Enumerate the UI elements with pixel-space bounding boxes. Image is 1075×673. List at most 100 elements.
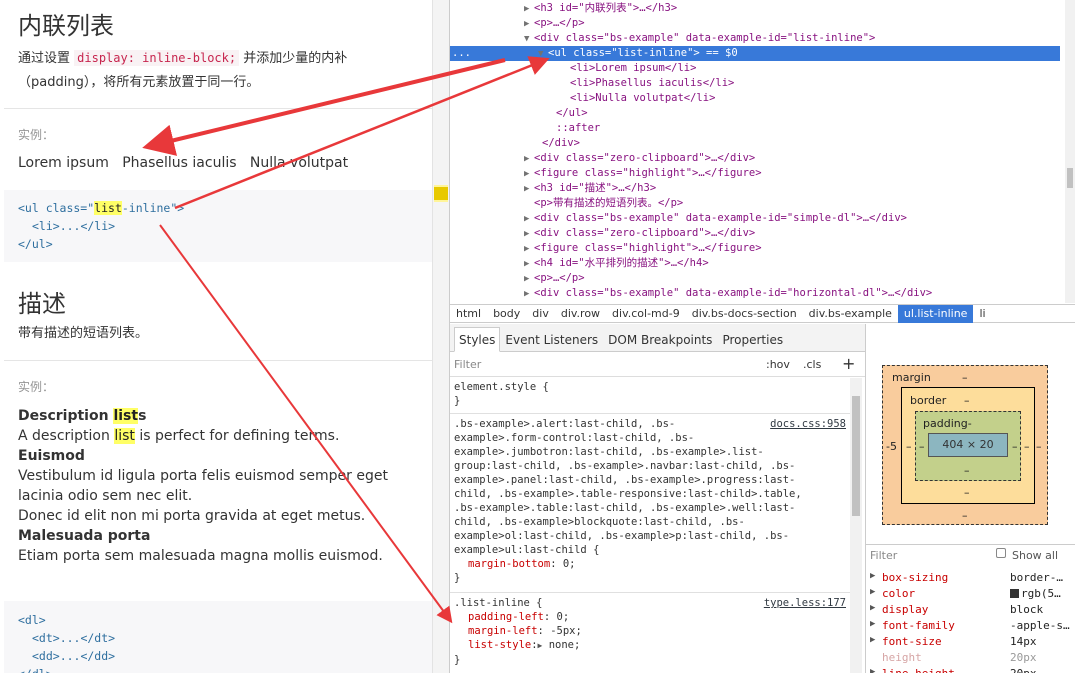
tab-dom-breakpoints[interactable]: DOM Breakpoints — [603, 327, 717, 353]
expand-triangle-icon[interactable]: ▶ — [870, 603, 875, 613]
breadcrumb-item[interactable]: div.row — [555, 305, 606, 323]
dom-node[interactable]: <p>带有描述的短语列表。</p> — [450, 196, 1060, 211]
box-model-panel: margin – -5 – – border – – – – padding- … — [865, 324, 1075, 544]
rule-element-style: element.style { } — [450, 378, 850, 414]
dom-node-text: <h3 id="描述">…</h3> — [534, 182, 657, 194]
property-value: block — [1010, 603, 1044, 616]
dom-node[interactable]: <li>Nulla volutpat</li> — [450, 91, 1060, 106]
computed-filter-input[interactable]: Filter — [870, 549, 897, 562]
dom-node-text: <div class="zero-clipboard">…</div> — [534, 152, 756, 164]
expand-triangle-icon[interactable]: ▶ — [524, 212, 534, 227]
expand-triangle-icon[interactable]: ▶ — [524, 152, 534, 167]
tab-styles[interactable]: Styles — [454, 327, 501, 352]
dom-node[interactable]: <li>Lorem ipsum</li> — [450, 61, 1060, 76]
source-link[interactable]: docs.css:958 — [770, 417, 846, 431]
dom-node-text: </div> — [542, 137, 580, 149]
dom-node[interactable]: ▶ <p>…</p> — [450, 16, 1060, 31]
dom-node-text: <figure class="highlight">…</figure> — [534, 242, 762, 254]
computed-property[interactable]: ▶ box-sizing border-… — [870, 571, 1070, 587]
expand-triangle-icon[interactable]: ▶ — [870, 571, 875, 581]
computed-property[interactable]: ▶ display block — [870, 603, 1070, 619]
dom-node[interactable]: ▶ <h4 id="水平排列的描述">…</h4> — [450, 256, 1060, 271]
dom-node-text: <p>带有描述的短语列表。</p> — [534, 197, 684, 209]
dom-node[interactable]: </div> — [450, 136, 1060, 151]
expand-triangle-icon[interactable]: ▶ — [524, 2, 534, 17]
breadcrumb-item[interactable]: html — [450, 305, 487, 323]
selector-line: example>.form-control:last-child, .bs- — [454, 432, 695, 444]
property-name: font-size — [882, 635, 942, 648]
breadcrumb-item[interactable]: li — [973, 305, 991, 323]
dom-node[interactable]: ▶ <h3 id="内联列表">…</h3> — [450, 1, 1060, 16]
dom-node-text: <ul class="list-inline"> == $0 — [548, 47, 738, 59]
dom-node[interactable]: ▶ <figure class="highlight">…</figure> — [450, 166, 1060, 181]
hover-state-toggle[interactable]: :hov — [766, 358, 790, 371]
expand-triangle-icon[interactable]: ▶ — [524, 257, 534, 272]
tab-event-listeners[interactable]: Event Listeners — [500, 327, 603, 353]
dom-node[interactable]: ▶ <div class="zero-clipboard">…</div> — [450, 226, 1060, 241]
expand-triangle-icon[interactable]: ▶ — [870, 667, 875, 673]
breadcrumb-item[interactable]: div.col-md-9 — [606, 305, 686, 323]
dom-node-text: <h3 id="内联列表">…</h3> — [534, 2, 678, 14]
expand-triangle-icon[interactable]: ▼ — [524, 32, 534, 47]
selector-line: child, .bs-example>.table-responsive:las… — [454, 488, 802, 500]
show-all-checkbox[interactable] — [996, 548, 1006, 558]
styles-scrollbar[interactable] — [850, 378, 862, 673]
selector-line: example>ul:last-child { — [454, 544, 600, 556]
list-item: Nulla volutpat — [249, 155, 349, 171]
computed-property[interactable]: ▶ line-height 20px — [870, 667, 1070, 673]
selector-line: example>.jumbotron:last-child, .bs-examp… — [454, 446, 764, 458]
expand-triangle-icon[interactable]: ▶ — [870, 635, 875, 645]
dom-node[interactable]: </ul> — [450, 106, 1060, 121]
computed-property[interactable]: height 20px — [870, 651, 1070, 667]
expand-triangle-icon[interactable]: ▶ — [524, 272, 534, 287]
dom-node[interactable]: ::after — [450, 121, 1060, 136]
expand-triangle-icon[interactable]: ▶ — [524, 167, 534, 182]
property-value: -apple-s… — [1010, 619, 1070, 632]
property-value: rgb(5… — [1021, 587, 1061, 600]
breadcrumb-item[interactable]: body — [487, 305, 526, 323]
breadcrumb-item[interactable]: div — [526, 305, 555, 323]
breadcrumb-item[interactable]: div.bs-example — [803, 305, 898, 323]
breadcrumb: html body div div.row div.col-md-9 div.bs-doc… — [450, 304, 1075, 323]
expand-triangle-icon[interactable]: ▼ — [538, 47, 548, 62]
dom-node[interactable]: ▼ <div class="bs-example" data-example-id… — [450, 31, 1060, 46]
computed-property[interactable]: ▶ font-family -apple-s… — [870, 619, 1070, 635]
expand-triangle-icon[interactable]: ▶ — [524, 227, 534, 242]
dom-node[interactable]: ▶ <div class="zero-clipboard">…</div> — [450, 151, 1060, 166]
expand-triangle-icon[interactable]: ▶ — [870, 587, 875, 597]
source-link[interactable]: type.less:177 — [764, 596, 846, 610]
property-name: color — [882, 587, 916, 600]
dom-node[interactable]: ▶ <h3 id="描述">…</h3> — [450, 181, 1060, 196]
dom-node-selected[interactable]: ▼ <ul class="list-inline"> == $0... — [450, 46, 1060, 61]
dom-node[interactable]: <li>Phasellus iaculis</li> — [450, 76, 1060, 91]
expand-triangle-icon[interactable]: ▶ — [870, 619, 875, 629]
elements-scrollbar[interactable] — [1065, 0, 1075, 303]
dom-node[interactable]: ▶ <div class="bs-example" data-example-id… — [450, 286, 1060, 301]
selector-line: group:last-child, .bs-example>.navbar:la… — [454, 460, 796, 472]
panel-gutter — [432, 0, 450, 673]
expand-triangle-icon[interactable]: ▶ — [524, 287, 534, 302]
divider — [4, 360, 432, 361]
class-toggle[interactable]: .cls — [803, 358, 821, 371]
breadcrumb-item[interactable]: div.bs-docs-section — [686, 305, 803, 323]
expand-triangle-icon[interactable]: ▶ — [524, 17, 534, 32]
docs-page: 内联列表 通过设置 display: inline-block; 并添加少量的内… — [0, 0, 432, 673]
property-name: box-sizing — [882, 571, 949, 584]
node-actions-ellipsis[interactable]: ... — [452, 46, 471, 61]
example-label: 实例： — [18, 380, 55, 394]
dom-node[interactable]: ▶ <p>…</p> — [450, 271, 1060, 286]
dom-node[interactable]: ▶ <figure class="highlight">…</figure> — [450, 241, 1060, 256]
dom-node[interactable]: ▶ <div class="bs-example" data-example-id… — [450, 211, 1060, 226]
breadcrumb-item-selected[interactable]: ul.list-inline — [897, 305, 974, 323]
property-name: line-height — [882, 667, 955, 673]
computed-property[interactable]: ▶ color rgb(5… — [870, 587, 1070, 603]
tab-properties[interactable]: Properties — [717, 327, 788, 353]
expand-triangle-icon[interactable]: ▶ — [524, 182, 534, 197]
code-block-dl: <dl> <dt>...</dt> <dd>...</dd> </dl> — [4, 601, 432, 673]
color-swatch[interactable] — [1010, 589, 1019, 598]
computed-property[interactable]: ▶ font-size 14px — [870, 635, 1070, 651]
expand-triangle-icon[interactable]: ▶ — [524, 242, 534, 257]
styles-pane: element.style { } docs.css:958 .bs-examp… — [450, 378, 865, 673]
add-rule-button[interactable]: + — [842, 354, 855, 373]
styles-filter-input[interactable]: Filter — [454, 358, 481, 371]
